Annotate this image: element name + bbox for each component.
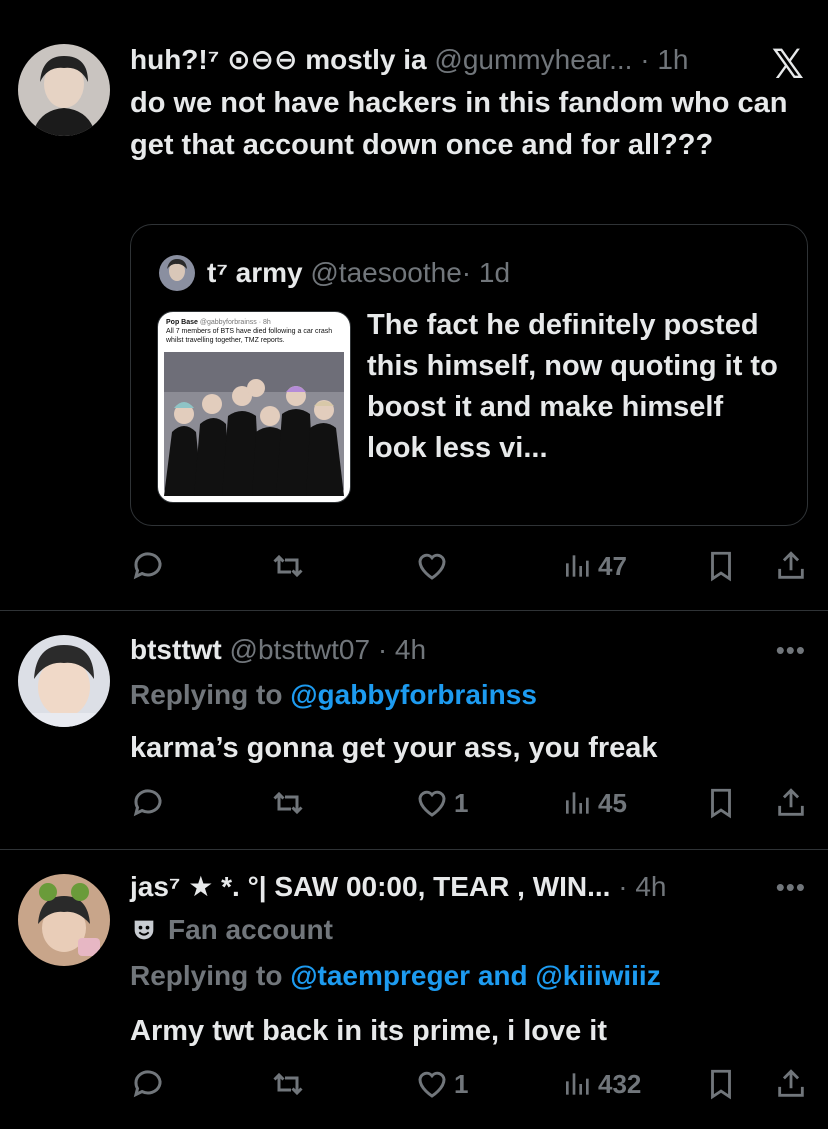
retweet-button[interactable] bbox=[270, 783, 306, 823]
bookmark-button[interactable] bbox=[704, 1064, 738, 1104]
tweet-header: jas⁷ ★ *. °| SAW 00:00, TEAR , WIN... · … bbox=[130, 870, 667, 904]
retweet-icon bbox=[273, 1072, 303, 1096]
embedded-source-meta: @gabbyforbrainss · 8h bbox=[199, 319, 271, 326]
replying-to: Replying to @gabbyforbrainss bbox=[130, 677, 537, 713]
view-count: 47 bbox=[598, 550, 627, 581]
tweet-3[interactable]: jas⁷ ★ *. °| SAW 00:00, TEAR , WIN... · … bbox=[0, 850, 828, 1129]
tweet-text: karma’s gonna get your ass, you freak bbox=[130, 732, 658, 764]
embedded-source-name: Pop Base bbox=[166, 319, 198, 326]
reply-button[interactable] bbox=[130, 546, 166, 586]
bookmark-icon bbox=[711, 788, 731, 819]
retweet-button[interactable] bbox=[270, 546, 306, 586]
like-button[interactable] bbox=[414, 546, 454, 586]
retweet-icon bbox=[273, 554, 303, 578]
bookmark-icon bbox=[711, 551, 731, 582]
action-bar: 1 432 bbox=[130, 1064, 810, 1104]
timestamp[interactable]: · 4h bbox=[618, 871, 666, 902]
account-badge: Fan account bbox=[130, 912, 333, 948]
action-bar: 47 bbox=[130, 546, 810, 586]
heart-icon bbox=[418, 790, 446, 817]
avatar[interactable] bbox=[18, 44, 110, 136]
like-button[interactable]: 1 bbox=[414, 1064, 468, 1104]
reply-button[interactable] bbox=[130, 783, 166, 823]
quote-display-name: t⁷ army bbox=[207, 257, 303, 288]
display-name[interactable]: huh?!⁷ ⊙⊖⊖ mostly ia bbox=[130, 44, 427, 75]
avatar[interactable] bbox=[18, 635, 110, 727]
replying-to: Replying to @taempreger and @kiiiwiiiz bbox=[130, 958, 661, 994]
display-name[interactable]: btsttwt bbox=[130, 634, 222, 665]
views-icon bbox=[566, 555, 589, 577]
retweet-button[interactable] bbox=[270, 1064, 306, 1104]
share-button[interactable] bbox=[774, 1064, 808, 1104]
action-bar: 1 45 bbox=[130, 783, 810, 823]
quote-text: The fact he definitely posted this himse… bbox=[367, 309, 778, 464]
like-button[interactable]: 1 bbox=[414, 783, 468, 823]
replying-prefix: Replying to bbox=[130, 960, 283, 991]
quoted-tweet[interactable]: t⁷ army @taesoothe · 1d Pop Base @gabbyf… bbox=[130, 224, 808, 526]
bookmark-button[interactable] bbox=[704, 546, 738, 586]
tweet-header: huh?!⁷ ⊙⊖⊖ mostly ia @gummyhear... · 1h bbox=[130, 43, 689, 77]
more-options-icon[interactable]: ••• bbox=[776, 872, 806, 903]
badge-label: Fan account bbox=[168, 914, 333, 945]
heart-icon bbox=[418, 1071, 446, 1098]
reply-icon bbox=[133, 789, 162, 817]
timestamp[interactable]: · 1h bbox=[640, 44, 688, 75]
view-count: 432 bbox=[598, 1068, 642, 1099]
more-options-icon[interactable]: ••• bbox=[776, 635, 806, 666]
avatar[interactable] bbox=[18, 874, 110, 966]
views-button[interactable]: 432 bbox=[562, 1064, 641, 1104]
view-count: 45 bbox=[598, 787, 627, 818]
share-icon bbox=[778, 788, 804, 816]
quote-header: t⁷ army @taesoothe · 1d bbox=[159, 255, 510, 291]
like-count: 1 bbox=[454, 787, 469, 818]
views-icon bbox=[566, 792, 589, 814]
share-button[interactable] bbox=[774, 783, 808, 823]
heart-icon bbox=[418, 553, 446, 580]
quote-media-thumbnail[interactable]: Pop Base @gabbyforbrainss · 8h All 7 mem… bbox=[157, 311, 351, 503]
retweet-icon bbox=[273, 791, 303, 815]
display-name[interactable]: jas⁷ ★ *. °| SAW 00:00, TEAR , WIN... bbox=[130, 871, 610, 902]
quote-avatar bbox=[159, 255, 195, 291]
tweet-1[interactable]: huh?!⁷ ⊙⊖⊖ mostly ia @gummyhear... · 1h … bbox=[0, 0, 828, 610]
handle[interactable]: @gummyhear... bbox=[434, 44, 632, 75]
group-photo bbox=[164, 352, 344, 496]
quote-handle: @taesoothe bbox=[310, 257, 462, 288]
tweet-text: Army twt back in its prime, i love it bbox=[130, 1015, 608, 1047]
reply-button[interactable] bbox=[130, 1064, 166, 1104]
replying-prefix: Replying to bbox=[130, 679, 283, 710]
quote-timestamp: · 1d bbox=[461, 257, 511, 288]
like-count: 1 bbox=[454, 1068, 469, 1099]
views-button[interactable]: 45 bbox=[562, 783, 627, 823]
share-icon bbox=[778, 1069, 804, 1097]
share-icon bbox=[778, 551, 804, 579]
views-icon bbox=[566, 1073, 589, 1095]
timestamp[interactable]: · 4h bbox=[378, 634, 426, 665]
tweet-text: do we not have hackers in this fandom wh… bbox=[130, 87, 788, 161]
embedded-headline: All 7 members of BTS have died following… bbox=[166, 328, 333, 344]
views-button[interactable]: 47 bbox=[562, 546, 627, 586]
bookmark-button[interactable] bbox=[704, 783, 738, 823]
handle[interactable]: @btsttwt07 bbox=[230, 634, 370, 665]
tweet-2[interactable]: btsttwt @btsttwt07 · 4h ••• Replying to … bbox=[0, 611, 828, 849]
replying-to-link[interactable]: @taempreger and @kiiiwiiiz bbox=[290, 960, 660, 991]
replying-to-link[interactable]: @gabbyforbrainss bbox=[290, 679, 537, 710]
reply-icon bbox=[133, 552, 162, 580]
reply-icon bbox=[133, 1070, 162, 1098]
theater-mask-icon bbox=[134, 920, 154, 940]
share-button[interactable] bbox=[774, 546, 808, 586]
bookmark-icon bbox=[711, 1069, 731, 1100]
tweet-header: btsttwt @btsttwt07 · 4h bbox=[130, 633, 426, 667]
